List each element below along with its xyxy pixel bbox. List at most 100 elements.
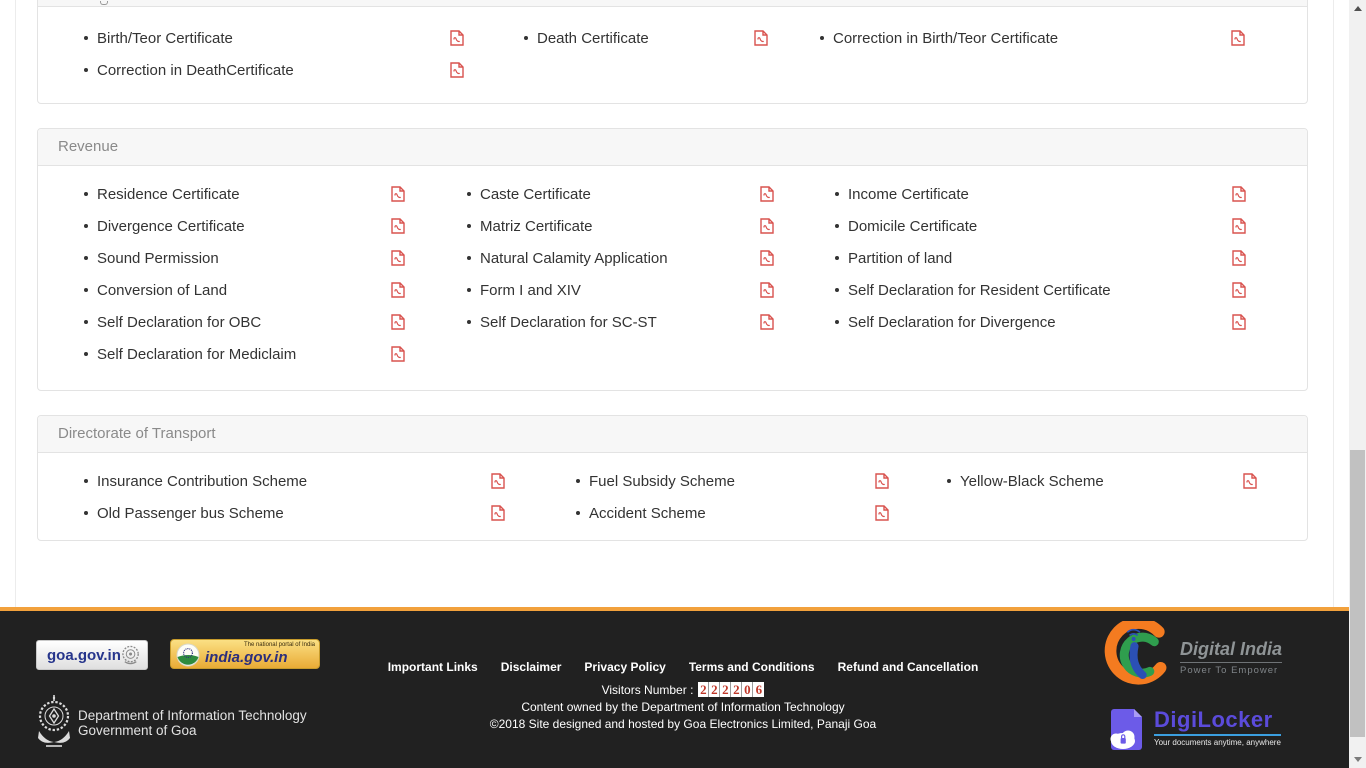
india-gov-in-badge[interactable]: The national portal of India india.gov.i… (170, 639, 320, 669)
bullet-dot-icon (835, 320, 839, 324)
footer-link[interactable]: Privacy Policy (584, 660, 665, 674)
panel-body: Insurance Contribution Scheme Fuel Subsid… (38, 453, 1307, 540)
bullet-dot-icon (84, 256, 88, 260)
file-pdf-icon (760, 218, 774, 234)
pdf-download-link[interactable] (1232, 314, 1246, 330)
pdf-download-link[interactable] (760, 250, 774, 266)
scroll-down-arrow-icon (1354, 757, 1362, 762)
file-pdf-icon (450, 62, 464, 78)
service-link[interactable]: Correction in DeathCertificate (97, 62, 294, 79)
bullet-dot-icon (467, 320, 471, 324)
service-link[interactable]: Residence Certificate (97, 186, 240, 203)
pdf-download-link[interactable] (875, 505, 889, 521)
digital-india-tagline: Power To Empower (1180, 665, 1282, 676)
pdf-download-link[interactable] (1232, 186, 1246, 202)
pdf-download-link[interactable] (1232, 250, 1246, 266)
service-link[interactable]: Matriz Certificate (480, 218, 593, 235)
footer-links: Important Links Disclaimer Privacy Policy T… (373, 660, 993, 674)
service-item: Birth/Teor Certificate (58, 22, 498, 54)
footer-link[interactable]: Terms and Conditions (689, 660, 815, 674)
service-link[interactable]: Correction in Birth/Teor Certificate (833, 30, 1058, 47)
footer-link[interactable]: Disclaimer (501, 660, 562, 674)
service-link[interactable]: Insurance Contribution Scheme (97, 473, 307, 490)
file-pdf-icon (450, 30, 464, 46)
service-link[interactable]: Sound Permission (97, 250, 219, 267)
scrollbar-thumb[interactable] (1350, 450, 1365, 737)
goa-gov-in-badge[interactable]: goa.gov.in (36, 640, 148, 670)
pdf-download-link[interactable] (391, 314, 405, 330)
service-link[interactable]: Conversion of Land (97, 282, 227, 299)
service-link[interactable]: Income Certificate (848, 186, 969, 203)
pdf-download-link[interactable] (391, 186, 405, 202)
footer-link[interactable]: Important Links (388, 660, 478, 674)
service-link[interactable]: Caste Certificate (480, 186, 591, 203)
visitors-label: Visitors Number : (602, 683, 694, 697)
service-link[interactable]: Self Declaration for SC-ST (480, 314, 657, 331)
india-flag-roundel-icon (175, 642, 201, 668)
content-owner-line: Content owned by the Department of Infor… (373, 700, 993, 714)
service-link[interactable]: Self Declaration for Resident Certificat… (848, 282, 1111, 299)
scrollbar[interactable] (1349, 0, 1366, 768)
file-pdf-icon (760, 250, 774, 266)
pdf-download-link[interactable] (391, 346, 405, 362)
service-item: Yellow-Black Scheme (921, 465, 1287, 497)
pdf-download-link[interactable] (391, 250, 405, 266)
scroll-up-button[interactable] (1349, 0, 1366, 17)
pdf-download-link[interactable] (450, 30, 464, 46)
service-link[interactable]: Divergence Certificate (97, 218, 245, 235)
pdf-download-link[interactable] (754, 30, 768, 46)
service-item: Partition of land (809, 242, 1287, 274)
panel-heading: Revenue (38, 129, 1307, 166)
service-link[interactable]: Accident Scheme (589, 505, 706, 522)
bullet-dot-icon (84, 68, 88, 72)
panel-title: Revenue (58, 138, 118, 155)
pdf-download-link[interactable] (760, 282, 774, 298)
service-link[interactable]: Old Passenger bus Scheme (97, 505, 284, 522)
digilocker-logo[interactable]: DigiLocker Your documents anytime, anywh… (1108, 705, 1281, 755)
service-link[interactable]: Natural Calamity Application (480, 250, 668, 267)
bullet-dot-icon (820, 36, 824, 40)
service-link[interactable]: Domicile Certificate (848, 218, 977, 235)
visitor-counter: 222206 (698, 682, 764, 697)
pdf-download-link[interactable] (760, 218, 774, 234)
pdf-download-link[interactable] (760, 186, 774, 202)
scroll-down-button[interactable] (1349, 751, 1366, 768)
service-item: Correction in DeathCertificate (58, 54, 498, 86)
service-link[interactable]: Yellow-Black Scheme (960, 473, 1104, 490)
pdf-download-link[interactable] (875, 473, 889, 489)
bullet-dot-icon (467, 256, 471, 260)
pdf-download-link[interactable] (391, 218, 405, 234)
file-pdf-icon (760, 186, 774, 202)
service-link[interactable]: Self Declaration for Mediclaim (97, 346, 296, 363)
pdf-download-link[interactable] (450, 62, 464, 78)
panel-heading-clipped (38, 0, 1307, 7)
service-link[interactable]: Fuel Subsidy Scheme (589, 473, 735, 490)
service-link[interactable]: Form I and XIV (480, 282, 581, 299)
pdf-download-link[interactable] (391, 282, 405, 298)
pdf-download-link[interactable] (491, 473, 505, 489)
service-item: Sound Permission (58, 242, 441, 274)
footer-link[interactable]: Refund and Cancellation (838, 660, 979, 674)
service-link[interactable]: Death Certificate (537, 30, 649, 47)
bullet-dot-icon (84, 288, 88, 292)
digilocker-document-cloud-icon (1108, 705, 1148, 755)
file-pdf-icon (491, 505, 505, 521)
service-item: Old Passenger bus Scheme (58, 497, 550, 529)
pdf-download-link[interactable] (1231, 30, 1245, 46)
service-link[interactable]: Self Declaration for OBC (97, 314, 261, 331)
pdf-download-link[interactable] (1243, 473, 1257, 489)
service-link[interactable]: Birth/Teor Certificate (97, 30, 233, 47)
pdf-download-link[interactable] (1232, 218, 1246, 234)
pdf-download-link[interactable] (1232, 282, 1246, 298)
copyright-line: ©2018 Site designed and hosted by Goa El… (373, 717, 993, 731)
india-badge-tagline: The national portal of India (244, 642, 315, 648)
panel-body: Birth/Teor Certificate Death Certificate C… (38, 7, 1307, 103)
digilocker-tagline: Your documents anytime, anywhere (1154, 734, 1281, 747)
counter-digit: 2 (698, 682, 709, 697)
service-link[interactable]: Self Declaration for Divergence (848, 314, 1056, 331)
service-item: Insurance Contribution Scheme (58, 465, 550, 497)
pdf-download-link[interactable] (491, 505, 505, 521)
service-link[interactable]: Partition of land (848, 250, 952, 267)
pdf-download-link[interactable] (760, 314, 774, 330)
digital-india-logo[interactable]: Digital India Power To Empower (1103, 621, 1282, 693)
